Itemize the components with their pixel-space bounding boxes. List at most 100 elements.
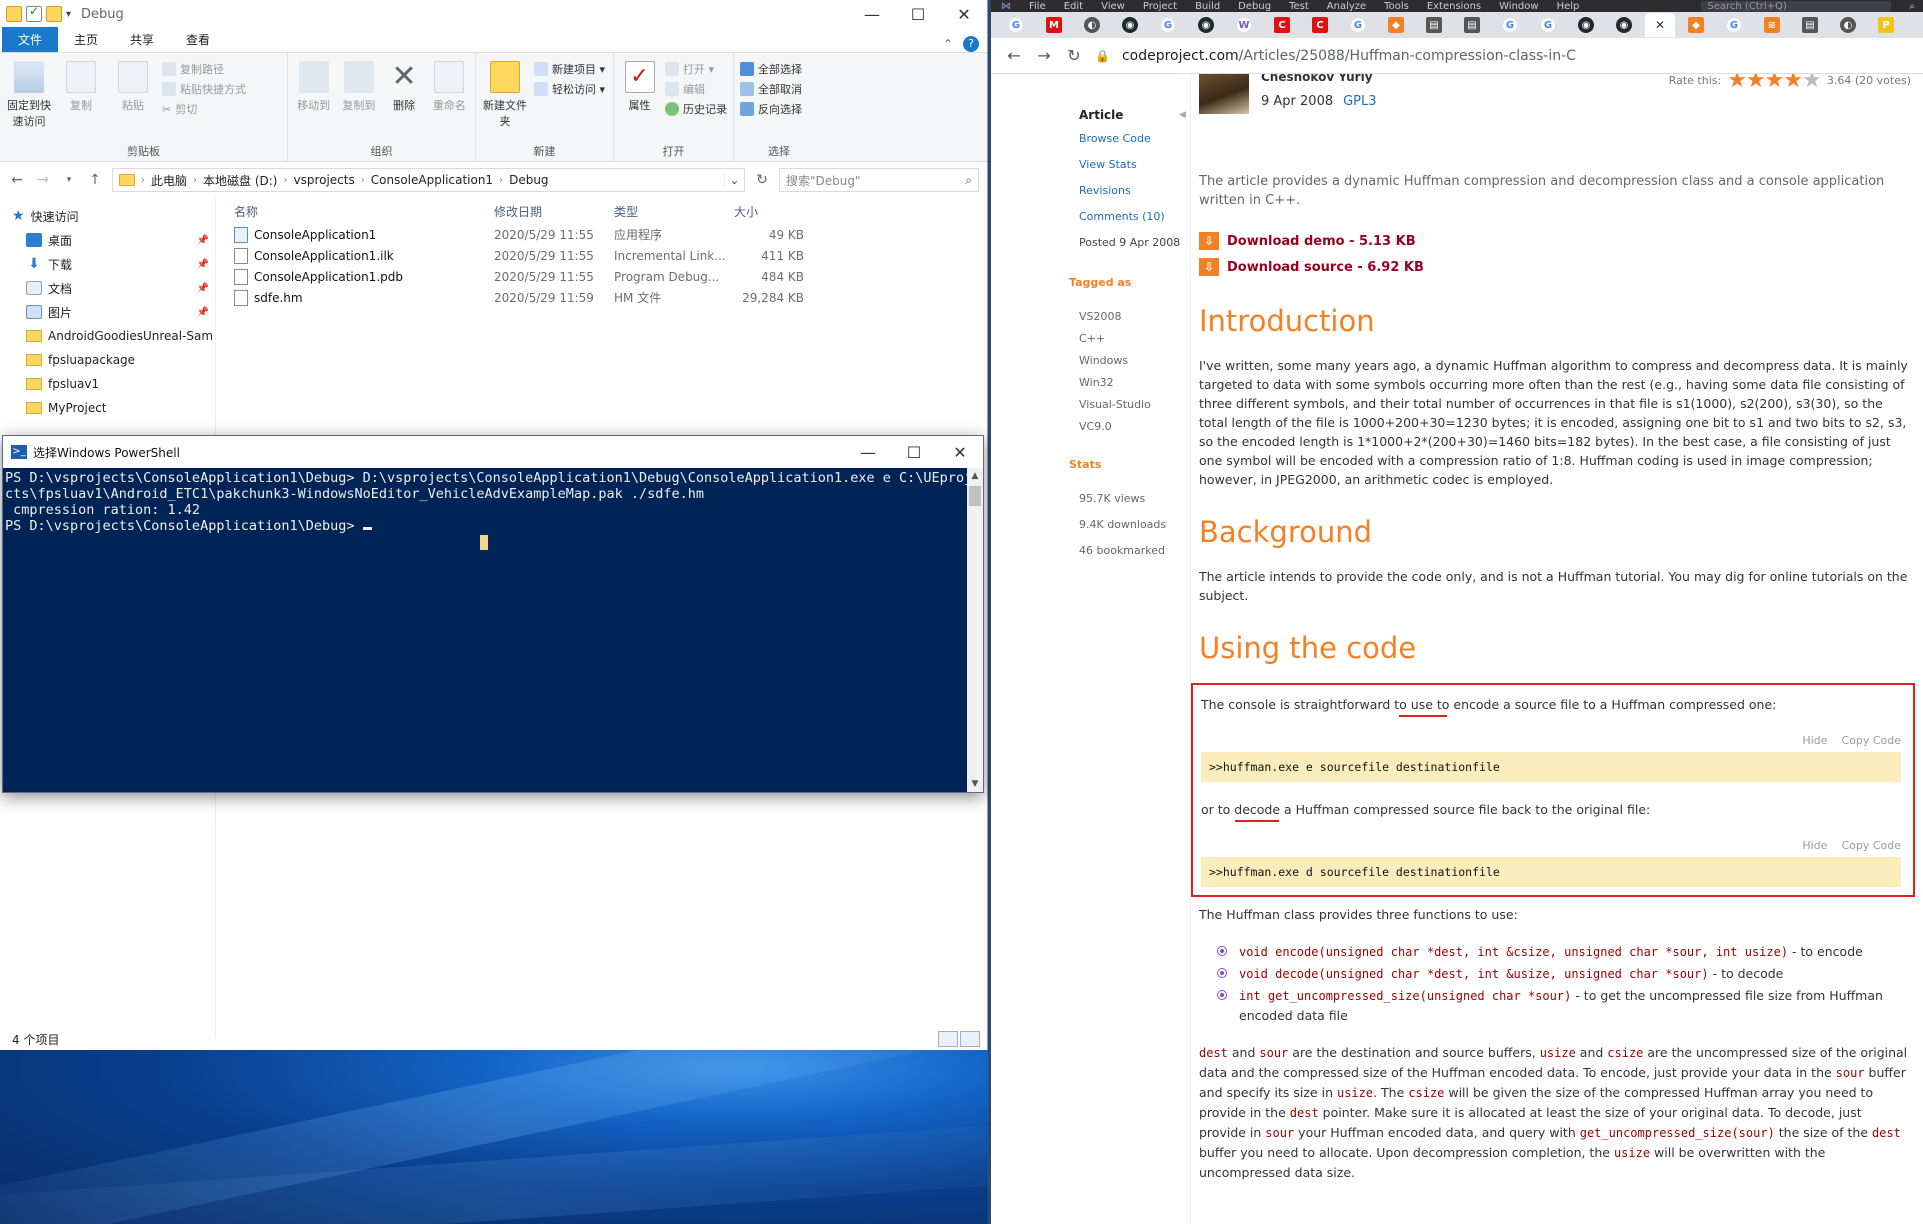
menu-item-tools[interactable]: Tools <box>1384 1 1409 12</box>
browser-tab[interactable]: C <box>1303 13 1337 37</box>
browser-tab[interactable]: G <box>1531 13 1565 37</box>
browser-tab[interactable]: M <box>1037 13 1071 37</box>
license-link[interactable]: GPL3 <box>1343 94 1376 109</box>
forward-arrow-icon[interactable]: → <box>34 172 52 188</box>
vertical-scrollbar[interactable]: ▲ ▼ <box>967 468 983 792</box>
copy-path-button[interactable]: 复制路径 <box>162 61 246 77</box>
browser-tab[interactable]: G <box>1493 13 1527 37</box>
browser-tab[interactable]: G <box>1151 13 1185 37</box>
lock-icon[interactable]: 🔒 <box>1095 49 1110 63</box>
menu-item-view[interactable]: View <box>1101 1 1125 12</box>
minimize-button[interactable]: — <box>849 0 895 28</box>
folder-icon[interactable] <box>6 6 22 22</box>
menu-item-help[interactable]: Help <box>1557 1 1580 12</box>
minimize-button[interactable]: — <box>845 436 891 468</box>
browser-tab[interactable]: ◆ <box>1679 13 1713 37</box>
maximize-button[interactable]: ☐ <box>891 436 937 468</box>
tag-link[interactable]: Windows <box>1079 350 1190 372</box>
browser-tab[interactable]: G <box>1717 13 1751 37</box>
address-bar[interactable]: › 此电脑 › 本地磁盘 (D:) › vsprojects › Console… <box>112 168 745 192</box>
author-avatar[interactable] <box>1199 74 1249 114</box>
new-folder-icon[interactable] <box>46 6 62 22</box>
nav-item-folder[interactable]: MyProject <box>0 396 215 420</box>
copy-code-link[interactable]: Copy Code <box>1841 734 1901 747</box>
tab-file[interactable]: 文件 <box>2 27 59 52</box>
breadcrumb-drive-d[interactable]: 本地磁盘 (D:) <box>203 172 277 189</box>
star-icon[interactable]: ★ <box>1727 74 1747 93</box>
code-block-decode[interactable]: >>huffman.exe d sourcefile destinationfi… <box>1201 857 1901 887</box>
open-button[interactable]: 打开 ▾ <box>665 61 727 77</box>
edit-button[interactable]: 编辑 <box>665 81 727 97</box>
refresh-icon[interactable]: ↻ <box>753 172 771 188</box>
properties-check-icon[interactable] <box>26 4 42 22</box>
star-icon[interactable]: ★ <box>1765 74 1785 93</box>
easy-access-button[interactable]: 轻松访问 ▾ <box>534 81 605 97</box>
tag-link[interactable]: VS2008 <box>1079 306 1190 328</box>
invert-selection-button[interactable]: 反向选择 <box>740 101 802 117</box>
rating-stars[interactable]: ★★★★★ <box>1727 74 1822 93</box>
sidebar-link-view-stats[interactable]: View Stats <box>1079 152 1190 178</box>
customize-toolbar-chevron-icon[interactable]: ▾ <box>66 9 71 20</box>
browser-tab[interactable]: ◉ <box>1189 13 1223 37</box>
hide-code-link[interactable]: Hide <box>1802 734 1827 747</box>
collapse-sidebar-icon[interactable]: ◀ <box>1179 110 1186 120</box>
browser-tab[interactable]: W <box>1227 13 1261 37</box>
tab-home[interactable]: 主页 <box>58 27 114 52</box>
sidebar-link-browse-code[interactable]: Browse Code <box>1079 126 1190 152</box>
file-row[interactable]: sdfe.hm 2020/5/29 11:59 HM 文件 29,284 KB <box>216 287 987 308</box>
browser-tab[interactable]: P <box>1869 13 1903 37</box>
star-empty-icon[interactable]: ★ <box>1802 74 1822 93</box>
details-view-icon[interactable] <box>938 1031 958 1047</box>
tag-link[interactable]: Visual-Studio <box>1079 394 1190 416</box>
large-icons-view-icon[interactable] <box>960 1031 980 1047</box>
menu-item-extensions[interactable]: Extensions <box>1427 1 1481 12</box>
browser-tab[interactable]: ▤ <box>1417 13 1451 37</box>
help-icon[interactable]: ? <box>963 36 979 52</box>
tag-link[interactable]: C++ <box>1079 328 1190 350</box>
breadcrumb-debug[interactable]: Debug <box>509 173 548 187</box>
sidebar-link-revisions[interactable]: Revisions <box>1079 178 1190 204</box>
file-row[interactable]: ConsoleApplication1 2020/5/29 11:55 应用程序… <box>216 224 987 245</box>
file-row[interactable]: ConsoleApplication1.pdb 2020/5/29 11:55 … <box>216 266 987 287</box>
column-header-modified[interactable]: 修改日期 <box>494 203 614 220</box>
browser-tab[interactable]: G <box>999 13 1033 37</box>
tag-link[interactable]: VC9.0 <box>1079 416 1190 438</box>
close-button[interactable]: ✕ <box>937 436 983 468</box>
nav-quick-access[interactable]: ★ 快速访问 <box>0 204 215 228</box>
menu-item-project[interactable]: Project <box>1143 1 1177 12</box>
vs-search-input[interactable]: Search (Ctrl+Q) <box>1701 0 1892 12</box>
sidebar-link-comments[interactable]: Comments (10) <box>1079 204 1190 230</box>
reload-icon[interactable]: ↻ <box>1065 46 1083 65</box>
download-demo-link[interactable]: ⇩ Download demo - 5.13 KB <box>1199 230 1911 252</box>
breadcrumb-vsprojects[interactable]: vsprojects <box>293 173 354 187</box>
tab-view[interactable]: 查看 <box>170 27 226 52</box>
code-block-encode[interactable]: >>huffman.exe e sourcefile destinationfi… <box>1201 752 1901 782</box>
nav-item-folder[interactable]: fpsluapackage <box>0 348 215 372</box>
maximize-button[interactable]: ☐ <box>895 0 941 28</box>
breadcrumb-consoleapplication1[interactable]: ConsoleApplication1 <box>371 173 493 187</box>
star-icon[interactable]: ★ <box>1746 74 1766 93</box>
browser-tab[interactable]: ◉ <box>1607 13 1641 37</box>
column-header-size[interactable]: 大小 <box>734 203 804 220</box>
select-none-button[interactable]: 全部取消 <box>740 81 802 97</box>
file-row[interactable]: ConsoleApplication1.ilk 2020/5/29 11:55 … <box>216 245 987 266</box>
close-tab-icon[interactable]: ✕ <box>1655 18 1665 32</box>
menu-item-debug[interactable]: Debug <box>1238 1 1271 12</box>
nav-item-downloads[interactable]: ⬇ 下载 📌 <box>0 252 215 276</box>
recent-locations-chevron-icon[interactable]: ▾ <box>60 175 78 185</box>
hide-code-link[interactable]: Hide <box>1802 839 1827 852</box>
browser-tab[interactable]: C <box>1265 13 1299 37</box>
search-icon[interactable]: ⌕ <box>1909 1 1923 12</box>
browser-tab[interactable]: ◉ <box>1113 13 1147 37</box>
tab-share[interactable]: 共享 <box>114 27 170 52</box>
browser-tab[interactable]: ◐ <box>1831 13 1865 37</box>
up-arrow-icon[interactable]: ↑ <box>86 172 104 188</box>
menu-item-analyze[interactable]: Analyze <box>1327 1 1366 12</box>
download-source-link[interactable]: ⇩ Download source - 6.92 KB <box>1199 256 1911 278</box>
forward-arrow-icon[interactable]: → <box>1035 46 1053 65</box>
browser-tab[interactable]: ◆ <box>1379 13 1413 37</box>
new-item-button[interactable]: 新建项目 ▾ <box>534 61 605 77</box>
browser-tab[interactable]: ▤ <box>1455 13 1489 37</box>
nav-item-pictures[interactable]: 图片 📌 <box>0 300 215 324</box>
browser-tab[interactable]: ◉ <box>1569 13 1603 37</box>
